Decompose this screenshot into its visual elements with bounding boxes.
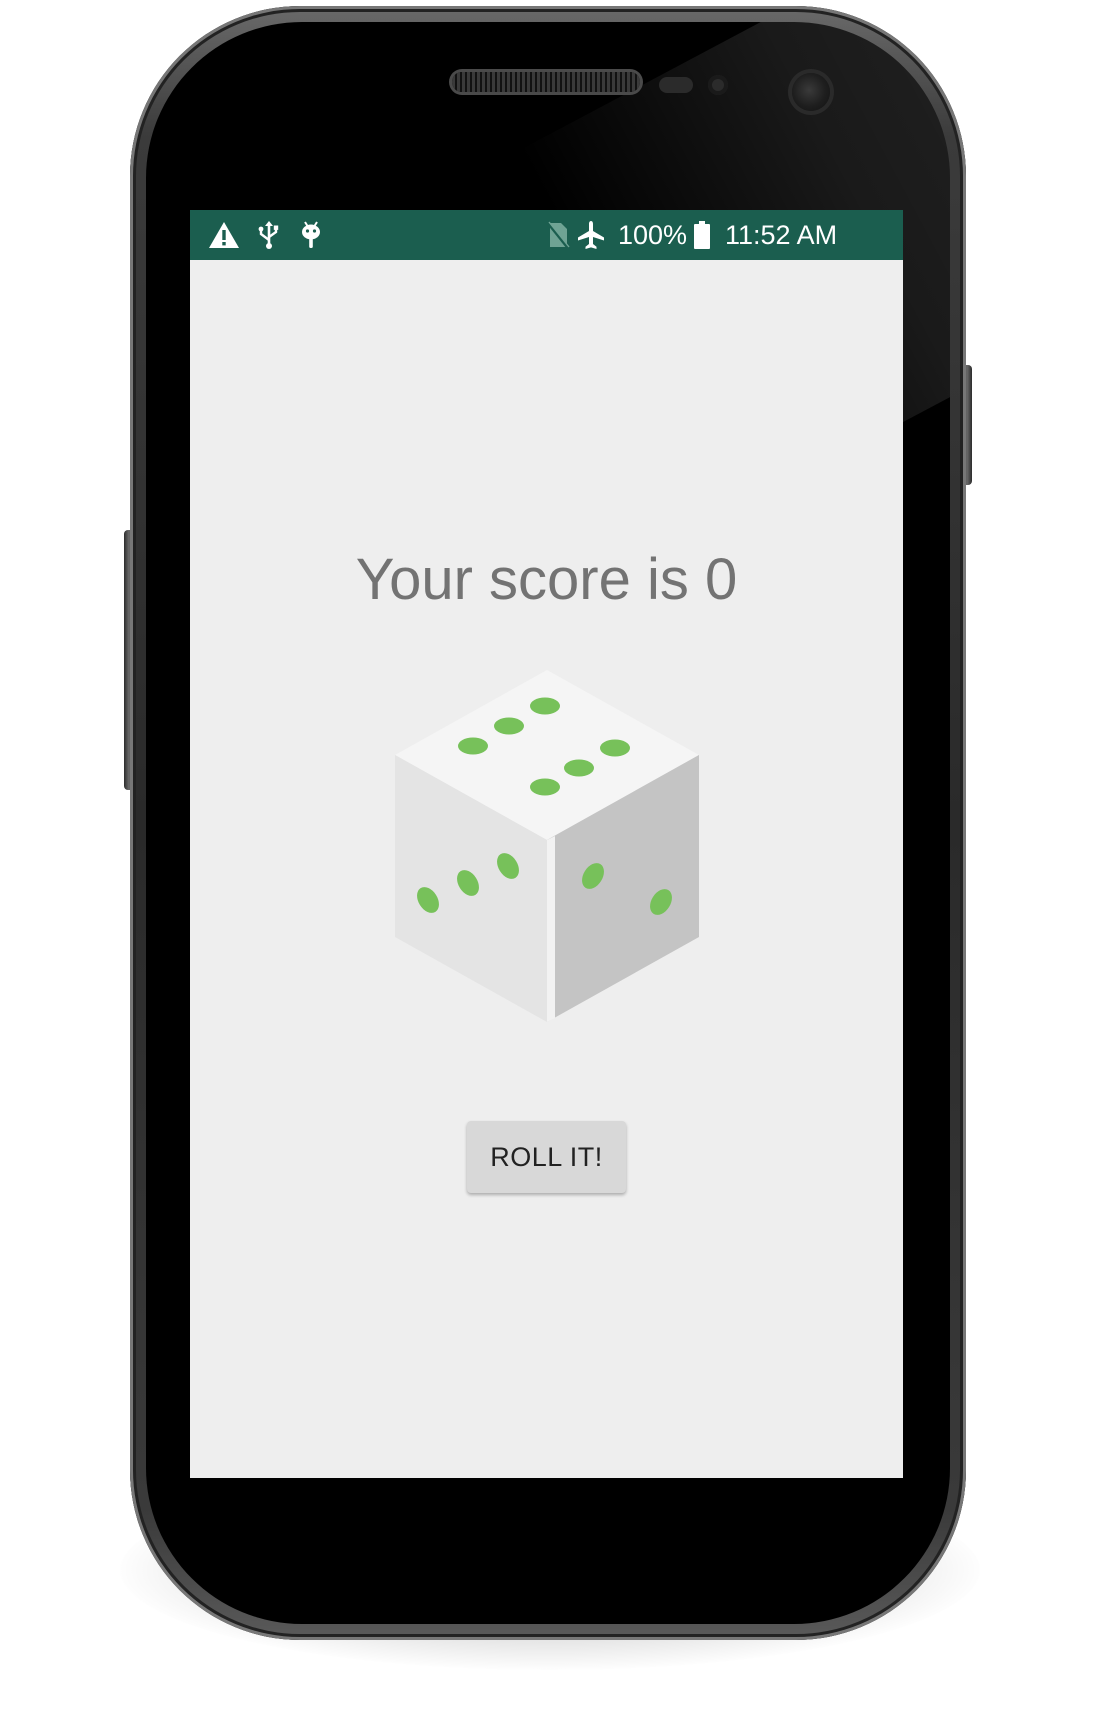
pip xyxy=(494,717,524,735)
pip xyxy=(564,759,594,777)
clock: 11:52 AM xyxy=(725,220,838,250)
pip xyxy=(458,737,488,755)
earpiece-speaker xyxy=(452,72,640,92)
roll-button[interactable]: ROLL IT! xyxy=(467,1121,626,1193)
no-sim-icon xyxy=(546,221,570,249)
warning-icon xyxy=(209,222,239,248)
dice-edge-highlight xyxy=(547,836,555,1022)
pip xyxy=(530,697,560,715)
battery-full-icon xyxy=(694,221,710,249)
usb-icon xyxy=(258,221,279,249)
pip xyxy=(530,778,560,796)
airplane-mode-icon xyxy=(578,221,604,249)
light-sensor xyxy=(708,75,728,95)
proximity-sensor xyxy=(659,77,693,93)
score-label: Your score is 0 xyxy=(355,547,738,612)
front-camera xyxy=(792,73,830,111)
app-screen: 100% 11:52 AM Your score is 0 ROLL IT! xyxy=(190,210,903,1478)
dice-image xyxy=(395,670,699,1022)
android-debug-icon xyxy=(302,221,320,248)
pip xyxy=(600,739,630,757)
device-frame-scene: 100% 11:52 AM Your score is 0 ROLL IT! xyxy=(0,0,1101,1709)
status-bar: 100% 11:52 AM xyxy=(190,210,903,260)
battery-percentage: 100% xyxy=(618,220,688,250)
